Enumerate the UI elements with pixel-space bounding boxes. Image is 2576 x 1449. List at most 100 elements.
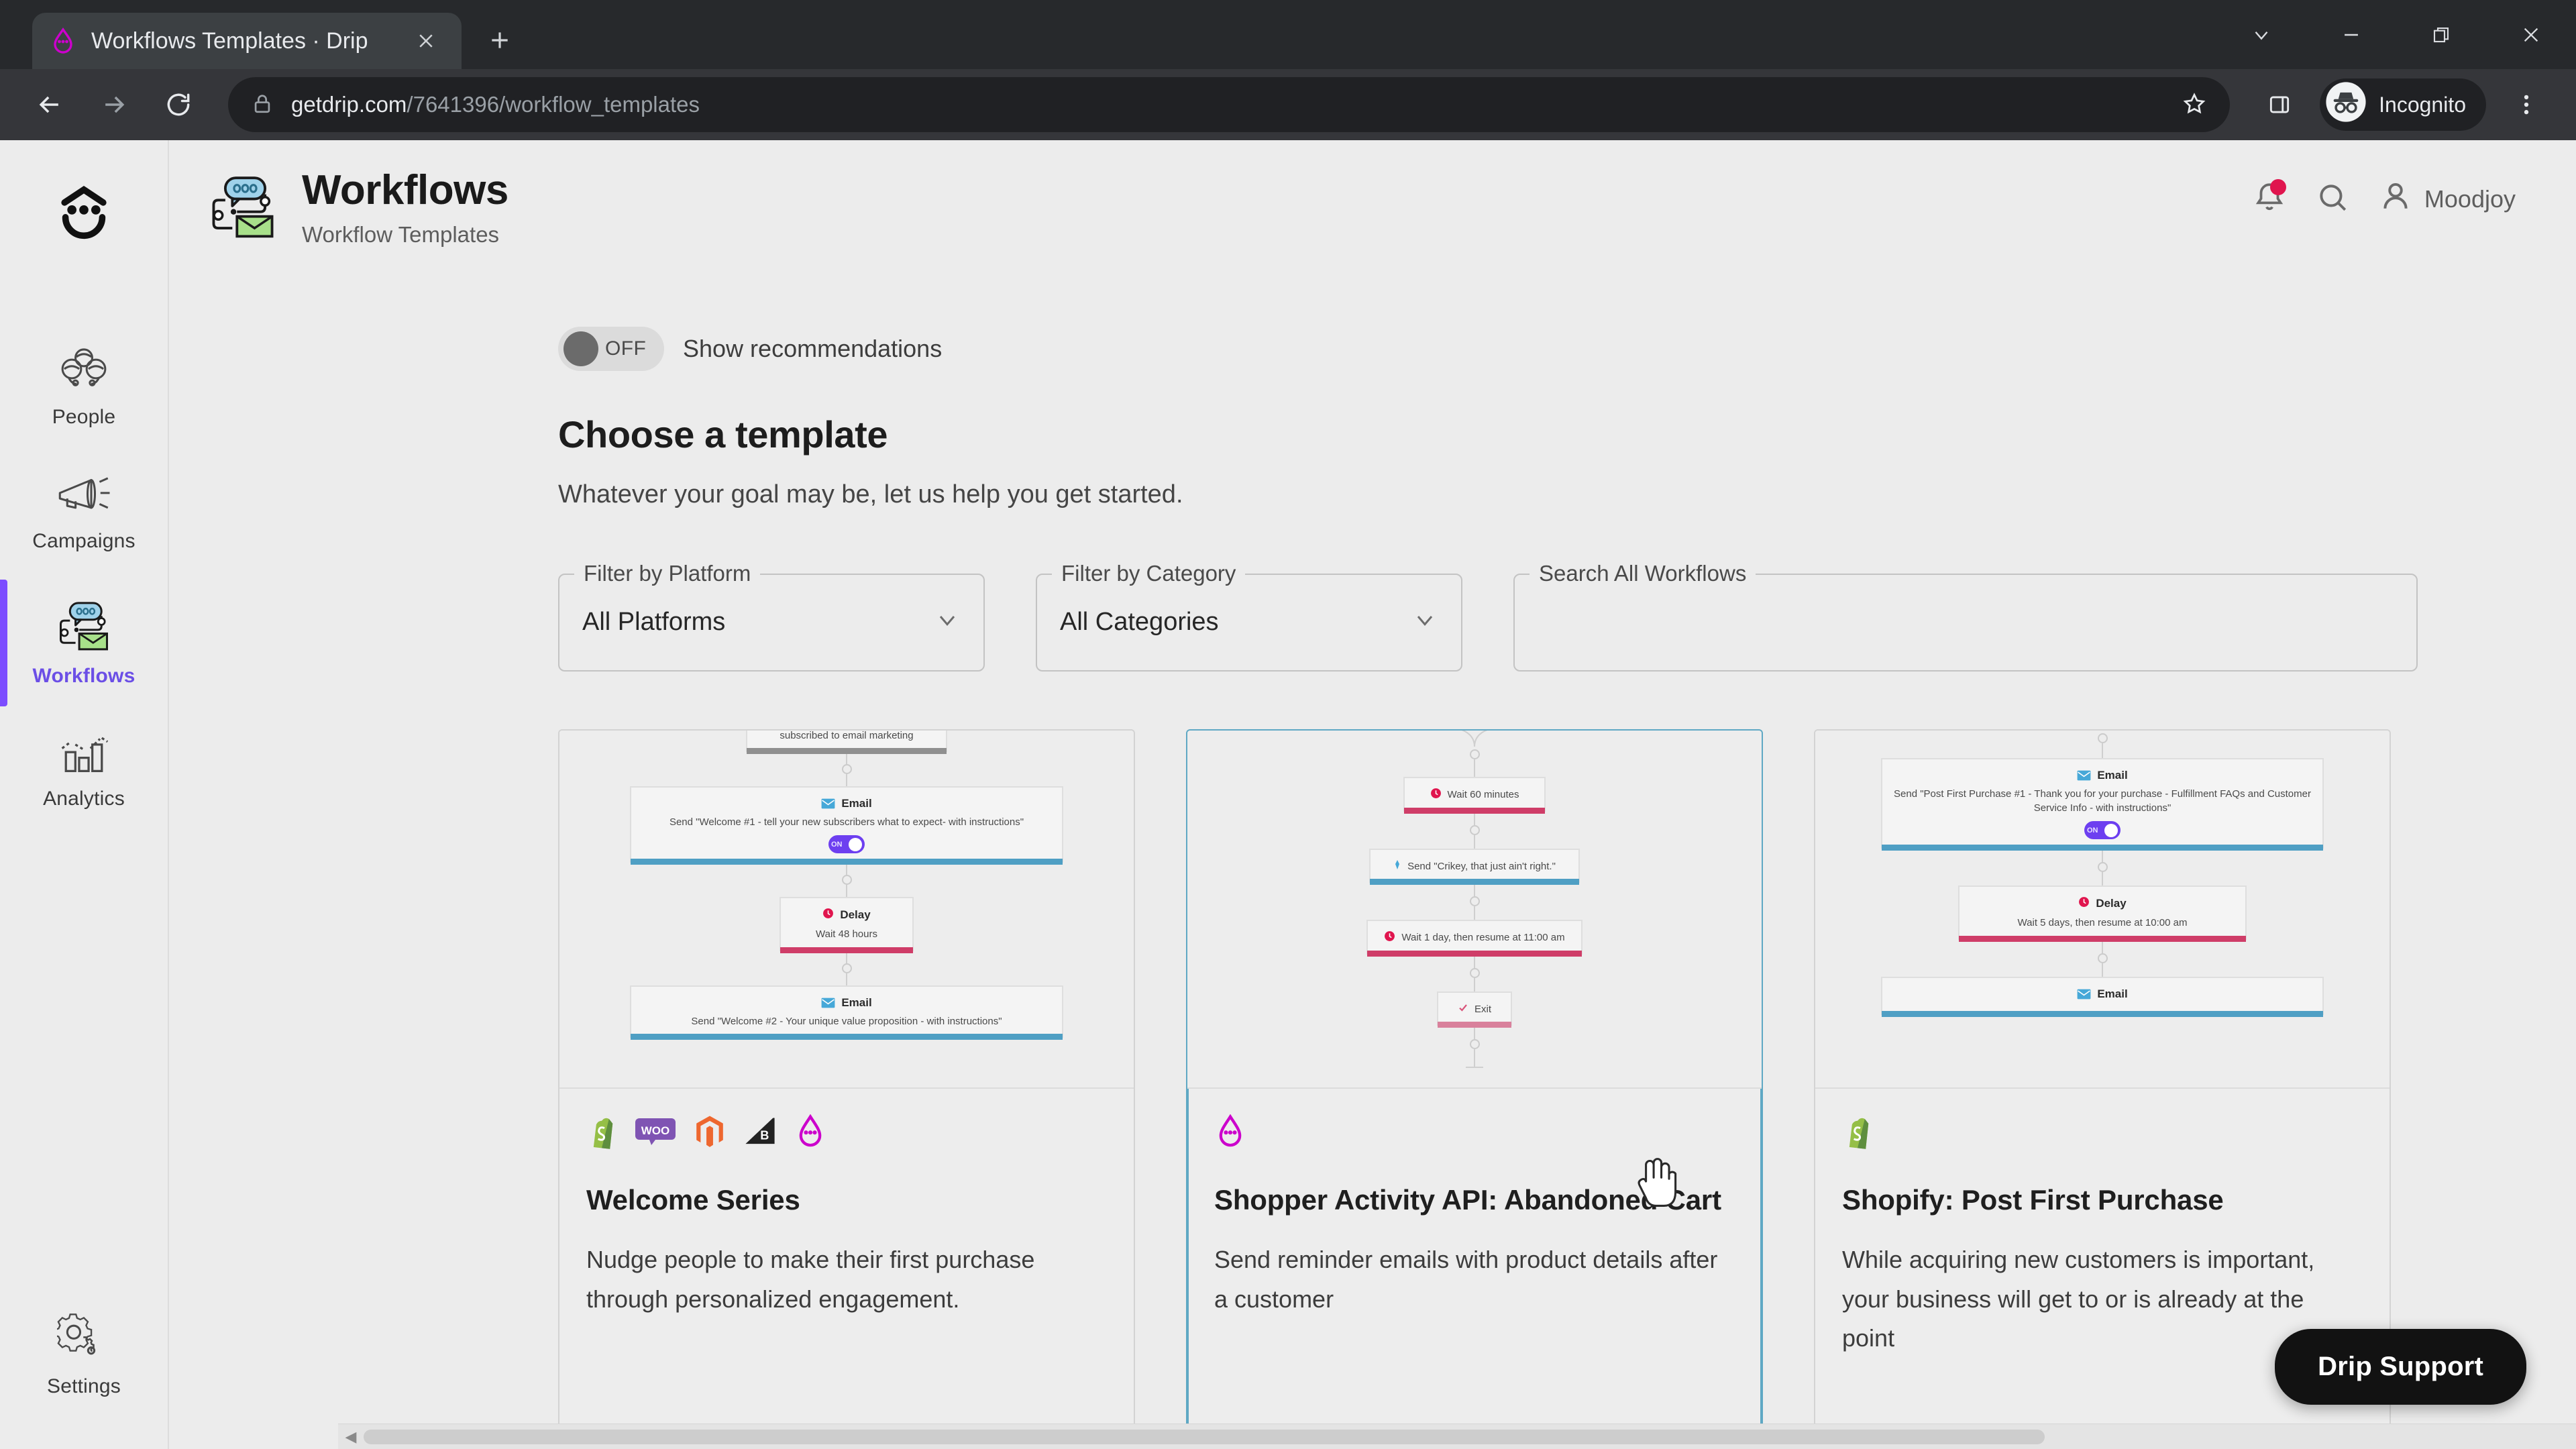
search-icon[interactable]: [2316, 180, 2349, 217]
sidebar-item-workflows[interactable]: Workflows: [0, 576, 168, 710]
node-type-label: Email: [841, 797, 872, 810]
bell-icon[interactable]: [2253, 179, 2286, 217]
sidebar-item-label: Workflows: [32, 665, 136, 687]
show-recommendations-toggle[interactable]: OFF: [558, 326, 664, 371]
browser-toolbar: getdrip.com/7641396/workflow_templates I…: [0, 69, 2576, 140]
filter-category-value: All Categories: [1060, 608, 1219, 637]
node-toggle-state: ON: [831, 840, 843, 849]
node-accent-bar: [631, 859, 1063, 865]
card-description: Nudge people to make their first purchas…: [586, 1246, 1035, 1313]
platform-icon-row: WOO B: [586, 1112, 1107, 1156]
node-header: Email: [2077, 768, 2128, 782]
drip-support-button[interactable]: Drip Support: [2275, 1329, 2526, 1405]
people-icon: [56, 345, 112, 396]
filter-platform[interactable]: Filter by Platform All Platforms: [558, 560, 985, 672]
node-toggle-state: ON: [2087, 826, 2098, 835]
platform-icon-row: [1842, 1112, 2363, 1156]
account-name: Moodjoy: [2424, 184, 2516, 213]
incognito-indicator[interactable]: Incognito: [2320, 78, 2486, 131]
template-card[interactable]: Wait 60 minutes Send "Crikey, that just …: [1186, 729, 1763, 1440]
reload-icon[interactable]: [149, 75, 208, 134]
node-enabled-toggle: ON: [2084, 821, 2121, 840]
svg-text:WOO: WOO: [641, 1124, 670, 1137]
address-bar[interactable]: getdrip.com/7641396/workflow_templates: [228, 77, 2231, 132]
toggle-knob: [564, 331, 598, 366]
node-type-label: Email: [841, 996, 872, 1009]
workflow-node-trigger: subscribed to email marketing: [746, 730, 947, 755]
sidebar-item-people[interactable]: People: [0, 322, 168, 451]
search-workflows-field[interactable]: Search All Workflows: [1513, 560, 2418, 672]
filter-category[interactable]: Filter by Category All Categories: [1036, 560, 1462, 672]
card-title: Shopify: Post First Purchase: [1842, 1183, 2224, 1216]
browser-tab[interactable]: Workflows Templates · Drip: [32, 13, 462, 69]
connector-dot: [841, 875, 852, 885]
maximize-button[interactable]: [2396, 0, 2486, 69]
show-recommendations-label: Show recommendations: [683, 334, 943, 362]
forward-arrow-icon[interactable]: [85, 75, 144, 134]
gear-icon: [54, 1313, 111, 1366]
template-card[interactable]: subscribed to email marketing Email Send…: [558, 729, 1135, 1440]
workflow-node-text: Wait 48 hours: [816, 928, 877, 941]
new-tab-button[interactable]: [476, 17, 523, 64]
node-header: Wait 1 day, then resume at 11:00 am: [1384, 930, 1565, 945]
scroll-left-arrow-icon[interactable]: ◀: [338, 1428, 364, 1446]
side-panel-icon[interactable]: [2250, 75, 2309, 134]
account-menu[interactable]: Moodjoy: [2379, 179, 2516, 219]
workflow-icon: [207, 172, 279, 244]
scrollbar-thumb[interactable]: [364, 1429, 2045, 1444]
sidebar-item-analytics[interactable]: Analytics: [0, 710, 168, 833]
filter-platform-label: Filter by Platform: [574, 560, 761, 586]
workflow-node-delay: Delay Wait 48 hours: [780, 897, 914, 953]
browser-window: Workflows Templates · Drip getdrip.com/7…: [0, 0, 2576, 1449]
workflow-node-text: Send "Post First Purchase #1 - Thank you…: [1894, 788, 2311, 814]
sidebar-item-label: People: [52, 406, 116, 428]
url-text: getdrip.com/7641396/workflow_templates: [291, 92, 700, 117]
three-dot-menu-icon[interactable]: [2497, 75, 2556, 134]
close-icon[interactable]: [408, 23, 444, 59]
incognito-icon: [2325, 81, 2367, 128]
close-window-button[interactable]: [2486, 0, 2576, 69]
node-toggle-knob: [2104, 823, 2118, 837]
connector-dot: [1469, 896, 1480, 906]
page-header: Workflows Workflow Templates Moodjoy: [169, 140, 2576, 248]
header-actions: Moodjoy: [2253, 179, 2538, 236]
star-icon[interactable]: [2182, 91, 2207, 119]
node-header: Email: [821, 996, 872, 1010]
magento-icon: [694, 1114, 726, 1152]
connector-dot: [2097, 733, 2108, 743]
node-type-label: Delay: [840, 908, 871, 922]
node-toggle-knob: [849, 837, 862, 851]
node-accent-bar: [1882, 845, 2323, 851]
connector-dot: [841, 963, 852, 973]
connector-dot: [1469, 824, 1480, 835]
tab-search-button[interactable]: [2216, 0, 2306, 69]
minimize-button[interactable]: [2306, 0, 2396, 69]
url-path: /7641396/workflow_templates: [407, 92, 700, 117]
shopify-icon: [1842, 1114, 1873, 1152]
node-header: Delay: [2078, 896, 2127, 911]
card-title: Shopper Activity API: Abandoned Cart: [1214, 1183, 1721, 1216]
drip-icon: [794, 1114, 826, 1152]
workflow-node-text: Wait 5 days, then resume at 10:00 am: [2017, 917, 2188, 929]
megaphone-icon: [54, 474, 113, 521]
node-type-label: Email: [2097, 987, 2128, 1000]
sidebar-item-campaigns[interactable]: Campaigns: [0, 451, 168, 576]
sidebar-item-settings[interactable]: Settings: [0, 1290, 168, 1421]
workflow-node-text: subscribed to email marketing: [780, 730, 914, 741]
node-type-label: Delay: [2096, 897, 2127, 910]
drip-smiley-logo[interactable]: [52, 180, 116, 248]
card-title: Welcome Series: [586, 1183, 800, 1216]
horizontal-scrollbar[interactable]: ◀: [338, 1424, 2576, 1449]
search-workflows-label: Search All Workflows: [1529, 560, 1756, 586]
bigcommerce-icon: B: [743, 1116, 777, 1150]
workflow-node-delay: Delay Wait 5 days, then resume at 10:00 …: [1958, 885, 2247, 942]
workflow-node-text: Send "Crikey, that just ain't right.": [1407, 860, 1556, 872]
tab-strip: Workflows Templates · Drip: [0, 0, 2576, 69]
toolbar-right: Incognito: [2250, 75, 2556, 134]
scrollbar-track[interactable]: [364, 1424, 2576, 1449]
back-arrow-icon[interactable]: [20, 75, 79, 134]
app-content: Workflows Workflow Templates Moodjoy OFF…: [169, 140, 2576, 1449]
node-type-label: Email: [2097, 768, 2128, 782]
toggle-state-label: OFF: [605, 337, 647, 360]
check-icon: [1458, 1002, 1468, 1016]
